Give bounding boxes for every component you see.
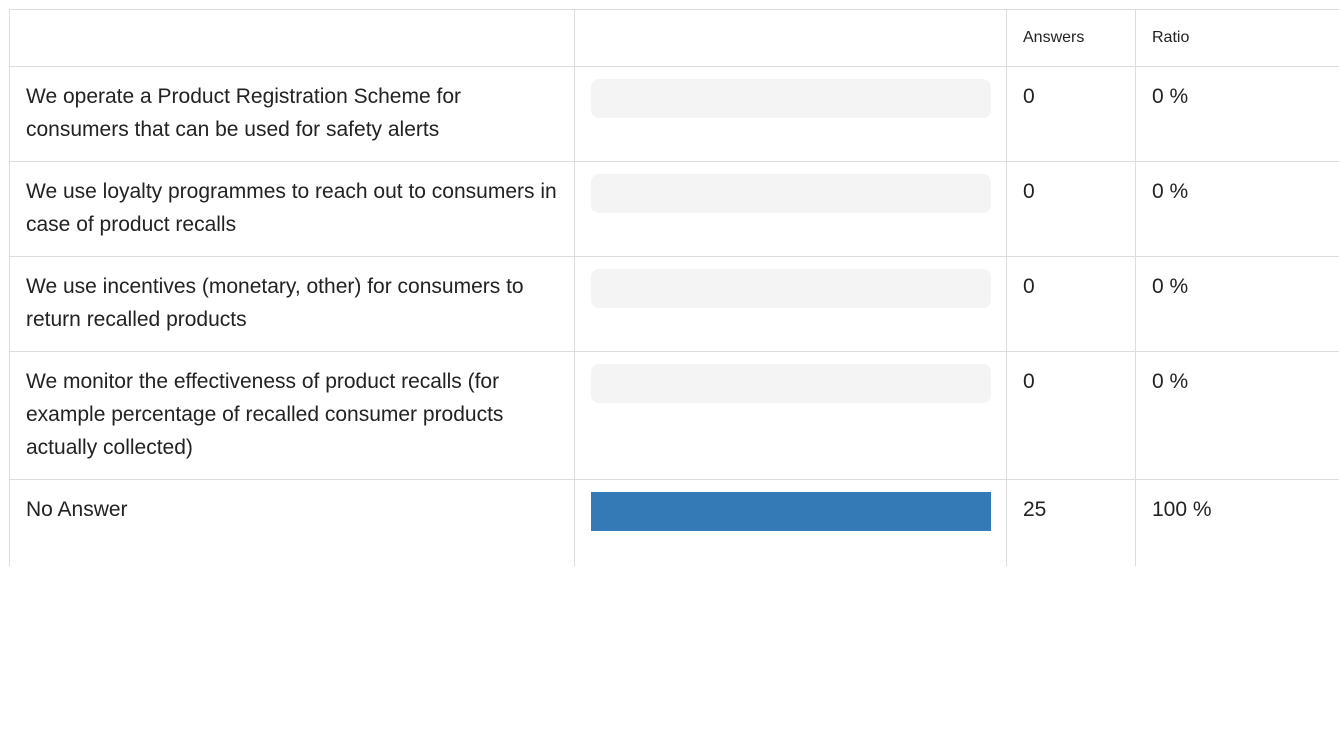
header-ratio: Ratio — [1135, 9, 1339, 67]
option-label: We monitor the effectiveness of product … — [9, 351, 575, 480]
results-table: Answers Ratio We operate a Product Regis… — [9, 9, 1339, 566]
answers-count: 25 — [1006, 479, 1136, 566]
option-label: No Answer — [9, 479, 575, 566]
progress-bar — [591, 364, 991, 403]
table-row: We use incentives (monetary, other) for … — [9, 256, 1339, 352]
bar-cell — [574, 161, 1007, 257]
bar-cell — [574, 351, 1007, 480]
progress-bar — [591, 174, 991, 213]
header-row: Answers Ratio — [9, 9, 1339, 67]
table-row: We operate a Product Registration Scheme… — [9, 66, 1339, 162]
bar-cell — [574, 66, 1007, 162]
bar-cell — [574, 256, 1007, 352]
progress-bar — [591, 269, 991, 308]
answers-count: 0 — [1006, 161, 1136, 257]
option-label: We use incentives (monetary, other) for … — [9, 256, 575, 352]
ratio-value: 0 % — [1135, 256, 1339, 352]
answers-count: 0 — [1006, 66, 1136, 162]
progress-bar — [591, 492, 991, 531]
bar-cell — [574, 479, 1007, 566]
option-label: We operate a Product Registration Scheme… — [9, 66, 575, 162]
table-row: We use loyalty programmes to reach out t… — [9, 161, 1339, 257]
ratio-value: 0 % — [1135, 161, 1339, 257]
ratio-value: 0 % — [1135, 66, 1339, 162]
ratio-value: 100 % — [1135, 479, 1339, 566]
progress-bar — [591, 79, 991, 118]
ratio-value: 0 % — [1135, 351, 1339, 480]
option-label: We use loyalty programmes to reach out t… — [9, 161, 575, 257]
header-bar — [574, 9, 1007, 67]
answers-count: 0 — [1006, 256, 1136, 352]
header-label — [9, 9, 575, 67]
table-row: We monitor the effectiveness of product … — [9, 351, 1339, 480]
table-row: No Answer 25 100 % — [9, 479, 1339, 566]
header-answers: Answers — [1006, 9, 1136, 67]
progress-bar-fill — [591, 492, 991, 531]
answers-count: 0 — [1006, 351, 1136, 480]
